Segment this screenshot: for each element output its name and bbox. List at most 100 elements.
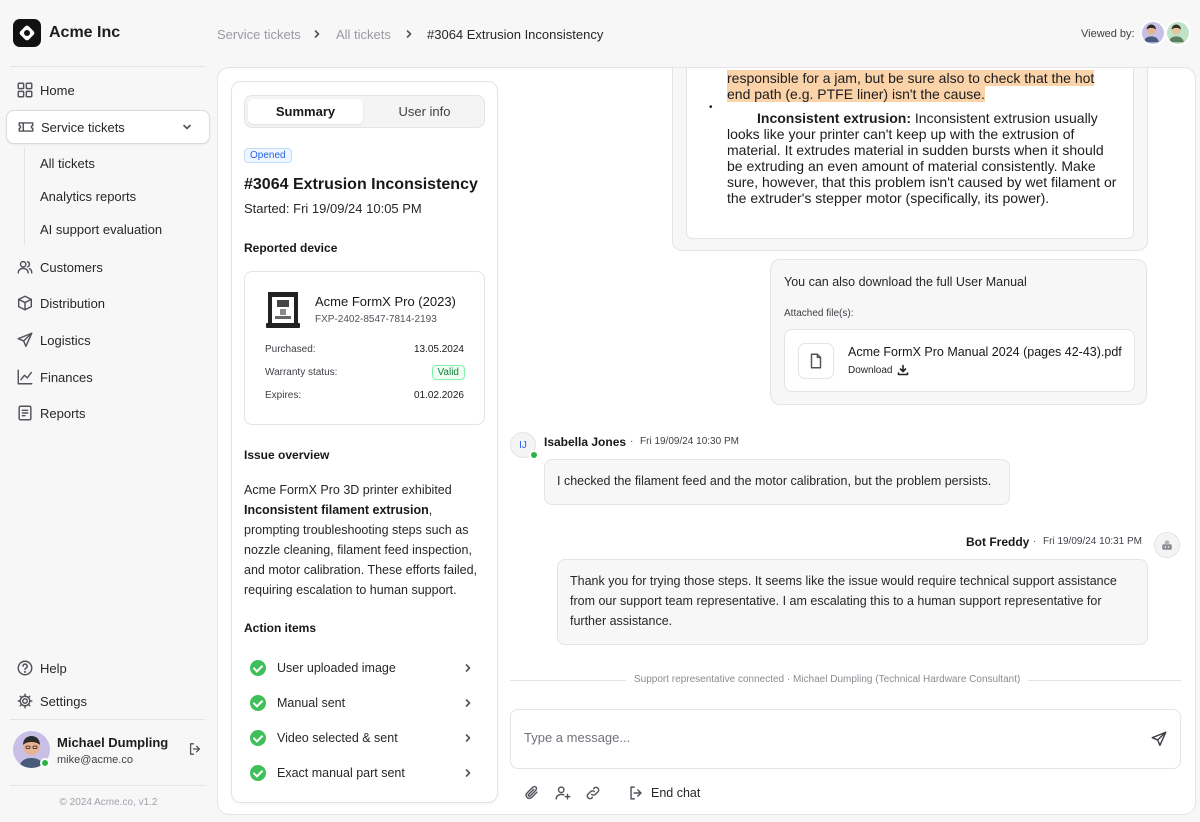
check-circle-icon [250,730,266,746]
exit-icon [630,786,642,800]
sidebar-subitem-ai-support-evaluation[interactable]: AI support evaluation [40,222,162,237]
end-chat-label: End chat [651,786,701,800]
file-name: Acme FormX Pro Manual 2024 (pages 42-43)… [848,345,1122,359]
sidebar-item-help[interactable]: Help [6,651,210,685]
add-user-icon[interactable] [554,784,572,802]
paperclip-icon[interactable] [523,784,541,802]
link-icon[interactable] [584,784,602,802]
sidebar-item-label: Logistics [40,332,91,348]
sidebar-item-distribution[interactable]: Distribution [6,286,210,320]
viewer-avatar[interactable] [1165,20,1191,46]
chevron-down-icon[interactable] [181,121,193,133]
manual-download-message: You can also download the full User Manu… [770,259,1147,405]
attached-files-label: Attached file(s): [784,308,854,319]
issue-overview-heading: Issue overview [244,448,330,462]
current-user[interactable]: Michael Dumpling mike@acme.co [13,731,208,771]
logout-icon[interactable] [187,741,203,757]
divider [10,785,205,786]
send-icon [17,332,33,348]
action-item[interactable]: Exact manual part sent [244,758,485,788]
manual-excerpt-image: responsible for a jam, but be sure also … [686,68,1134,239]
viewed-by-label: Viewed by: [1081,28,1135,40]
message-timestamp: Fri 19/09/24 10:31 PM [1043,536,1142,547]
download-message-text: You can also download the full User Manu… [784,275,1027,289]
sidebar-item-reports[interactable]: Reports [6,396,210,430]
tab-summary[interactable]: Summary [248,99,363,124]
user-email: mike@acme.co [57,754,133,766]
action-item[interactable]: User uploaded image [244,653,485,683]
warranty-badge: Valid [431,365,465,380]
message-timestamp: Fri 19/09/24 10:30 PM [640,436,739,447]
logo[interactable]: Acme Inc [13,19,120,47]
highlighted-text: end path (e.g. PTFE liner) isn't the cau… [727,86,985,102]
device-card: Acme FormX Pro (2023) FXP-2402-8547-7814… [244,271,485,425]
sidebar-item-logistics[interactable]: Logistics [6,323,210,357]
attached-file[interactable]: Acme FormX Pro Manual 2024 (pages 42-43)… [784,329,1135,392]
gear-icon [17,693,33,709]
action-item[interactable]: Video selected & sent [244,723,485,753]
online-status-dot [40,758,50,768]
chevron-right-icon [465,769,471,777]
app-name: Acme Inc [49,24,121,41]
ticket-icon [18,122,34,132]
file-icon [798,343,834,379]
breadcrumb-service-tickets[interactable]: Service tickets [217,27,301,42]
tab-user-info[interactable]: User info [367,99,482,124]
logo-icon [13,19,41,47]
report-icon [18,405,32,421]
expires-label: Expires: [265,390,302,401]
send-icon[interactable] [1150,730,1168,748]
end-chat-button[interactable]: End chat [627,784,700,802]
sidebar-item-settings[interactable]: Settings [6,684,210,718]
help-icon [17,660,33,676]
sidebar-subitem-all-tickets[interactable]: All tickets [40,156,95,171]
sidebar-item-finances[interactable]: Finances [6,360,210,394]
excerpt-line: looks like your printer can't keep up wi… [727,126,1075,142]
grid-icon [17,82,33,98]
device-serial: FXP-2402-8547-7814-2193 [315,314,437,325]
sidebar-item-label: Customers [40,259,103,275]
action-item-label: Manual sent [277,696,346,710]
bot-avatar [1154,532,1180,558]
sidebar-item-customers[interactable]: Customers [6,250,210,284]
check-circle-icon [250,695,266,711]
submenu-line [24,148,25,244]
action-item[interactable]: Manual sent [244,688,485,718]
status-badge: Opened [244,148,292,163]
action-items-heading: Action items [244,621,317,635]
action-item-label: Video selected & sent [277,731,398,745]
chevron-right-icon [465,699,471,707]
message-input[interactable] [524,730,1084,745]
3d-printer-icon [266,292,300,328]
sidebar-subitem-analytics-reports[interactable]: Analytics reports [40,189,136,204]
download-link[interactable]: Download [848,364,909,376]
download-icon [898,364,909,376]
chevron-right-icon [465,734,471,742]
expires-value: 01.02.2026 [413,390,464,401]
box-icon [17,295,33,311]
excerpt-line: sure, however, that this problem isn't c… [727,174,1117,190]
message-author: Bot Freddy [966,535,1030,549]
excerpt-line: be extruding an even amount of material … [727,158,1096,174]
sidebar-item-service-tickets[interactable]: Service tickets [6,110,210,144]
sidebar-item-label: Finances [40,369,93,385]
main-panel: Summary User info Opened #3064 Extrusion… [217,67,1196,815]
warranty-label: Warranty status: [265,367,338,378]
excerpt-line: material. It extrudes material in sudden… [727,142,1104,158]
excerpt-line: the extruder's stepper motor (specifical… [727,190,1050,206]
breadcrumb-current-ticket: #3064 Extrusion Inconsistency [427,27,604,42]
purchased-value: 13.05.2024 [413,344,464,355]
chevron-right-icon [406,30,412,38]
bot-message-bubble: Thank you for trying those steps. It see… [557,559,1148,645]
check-circle-icon [250,660,266,676]
issue-overview-text: Acme FormX Pro 3D printer exhibited Inco… [244,483,478,597]
user-message-bubble: I checked the filament feed and the moto… [544,459,1010,505]
divider [10,719,205,720]
breadcrumb-all-tickets[interactable]: All tickets [336,27,391,42]
viewer-avatar[interactable] [1140,20,1166,46]
sidebar-item-label: Distribution [40,295,106,311]
reported-device-heading: Reported device [244,241,338,255]
sidebar-item-home[interactable]: Home [6,73,210,107]
system-message: Support representative connected · Micha… [626,674,1029,685]
footer-version: © 2024 Acme.co, v1.2 [59,797,158,808]
